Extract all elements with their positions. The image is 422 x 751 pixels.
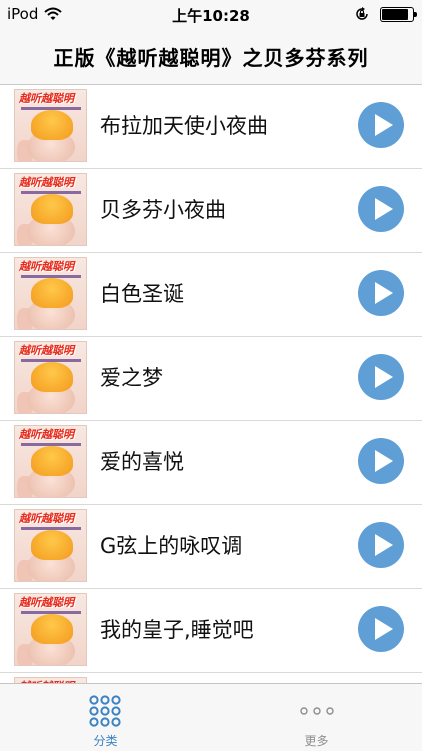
tab-more-label: 更多: [304, 734, 329, 748]
track-row[interactable]: 越听越聪明: [0, 673, 422, 683]
album-cover: 越听越聪明: [14, 341, 87, 414]
track-row[interactable]: 越听越聪明爱之梦: [0, 337, 422, 421]
play-button[interactable]: [358, 522, 404, 568]
album-logo-text: 越听越聪明: [19, 92, 74, 105]
play-button[interactable]: [358, 606, 404, 652]
play-icon: [375, 198, 393, 220]
album-cover-hat: [31, 530, 73, 560]
grid-dot: [89, 706, 99, 716]
track-row[interactable]: 越听越聪明白色圣诞: [0, 253, 422, 337]
album-cover: 越听越聪明: [14, 89, 87, 162]
track-row[interactable]: 越听越聪明 G弦上的咏叹调: [0, 505, 422, 589]
battery-fill: [382, 8, 408, 20]
album-cover: 越听越聪明: [14, 425, 87, 498]
play-icon: [375, 618, 393, 640]
track-list[interactable]: 越听越聪明 布拉加天使小夜曲 越听越聪明 贝多芬小夜曲 越听越聪明 白色圣诞 越听越聪明 爱之…: [0, 85, 422, 683]
album-logo-text: 越听越聪明: [19, 176, 74, 189]
grid-dot: [100, 717, 110, 727]
album-cover: 越听越聪明: [14, 257, 87, 330]
album-cover-hat: [31, 614, 73, 644]
track-title: 贝多芬小夜曲: [100, 198, 226, 222]
grid-dot: [111, 717, 121, 727]
track-row[interactable]: 越听越聪明布拉加天使小夜曲: [0, 85, 422, 169]
play-button[interactable]: [358, 354, 404, 400]
play-button[interactable]: [358, 270, 404, 316]
track-title: 布拉加天使小夜曲: [100, 114, 268, 138]
album-cover: 越听越聪明: [14, 593, 87, 666]
play-icon: [375, 450, 393, 472]
grid-dot: [100, 695, 110, 705]
track-title: 爱的喜悦: [100, 450, 184, 474]
album-cover-hat: [31, 194, 73, 224]
album-logo-text: 越听越聪明: [19, 428, 74, 441]
track-title: 爱之梦: [100, 366, 163, 390]
status-bar: iPod 上午10:28: [0, 0, 422, 28]
grid-dot: [111, 706, 121, 716]
grid-dot: [89, 695, 99, 705]
track-row[interactable]: 越听越聪明我的皇子,睡觉吧: [0, 589, 422, 673]
play-icon: [375, 282, 393, 304]
play-button[interactable]: [358, 186, 404, 232]
album-cover: 越听越聪明: [14, 509, 87, 582]
grid-dot: [111, 695, 121, 705]
tab-category-label: 分类: [93, 734, 118, 748]
status-right: [354, 6, 417, 22]
album-cover-hat: [31, 278, 73, 308]
album-cover: 越听越聪明: [14, 173, 87, 246]
tab-more[interactable]: 更多: [211, 684, 422, 751]
battery-icon: [380, 6, 417, 22]
orientation-lock-icon: [356, 7, 368, 20]
album-cover-hat: [31, 446, 73, 476]
album-logo-text: 越听越聪明: [19, 344, 74, 357]
album-cover-hat: [31, 110, 73, 140]
track-title: G弦上的咏叹调: [100, 534, 243, 558]
navigation-bar: 正版《越听越聪明》之贝多芬系列: [0, 28, 422, 85]
grid-dot: [100, 706, 110, 716]
track-row[interactable]: 越听越聪明爱的喜悦: [0, 421, 422, 505]
album-logo-text: 越听越聪明: [19, 596, 74, 609]
grid-icon: [89, 695, 121, 727]
play-button[interactable]: [358, 438, 404, 484]
album-logo-text: 越听越聪明: [19, 260, 74, 273]
more-dots-icon: [300, 707, 334, 715]
page-title: 正版《越听越聪明》之贝多芬系列: [53, 45, 369, 70]
play-icon: [375, 366, 393, 388]
track-title: 白色圣诞: [100, 282, 184, 306]
album-cover-hat: [31, 362, 73, 392]
tab-category[interactable]: 分类: [0, 684, 211, 751]
track-title: 我的皇子,睡觉吧: [100, 618, 254, 642]
album-logo-text: 越听越聪明: [19, 512, 74, 525]
track-row[interactable]: 越听越聪明贝多芬小夜曲: [0, 169, 422, 253]
play-button[interactable]: [358, 102, 404, 148]
play-icon: [375, 114, 393, 136]
grid-dot: [89, 717, 99, 727]
tab-bar: 分类 更多: [0, 683, 422, 751]
play-icon: [375, 534, 393, 556]
